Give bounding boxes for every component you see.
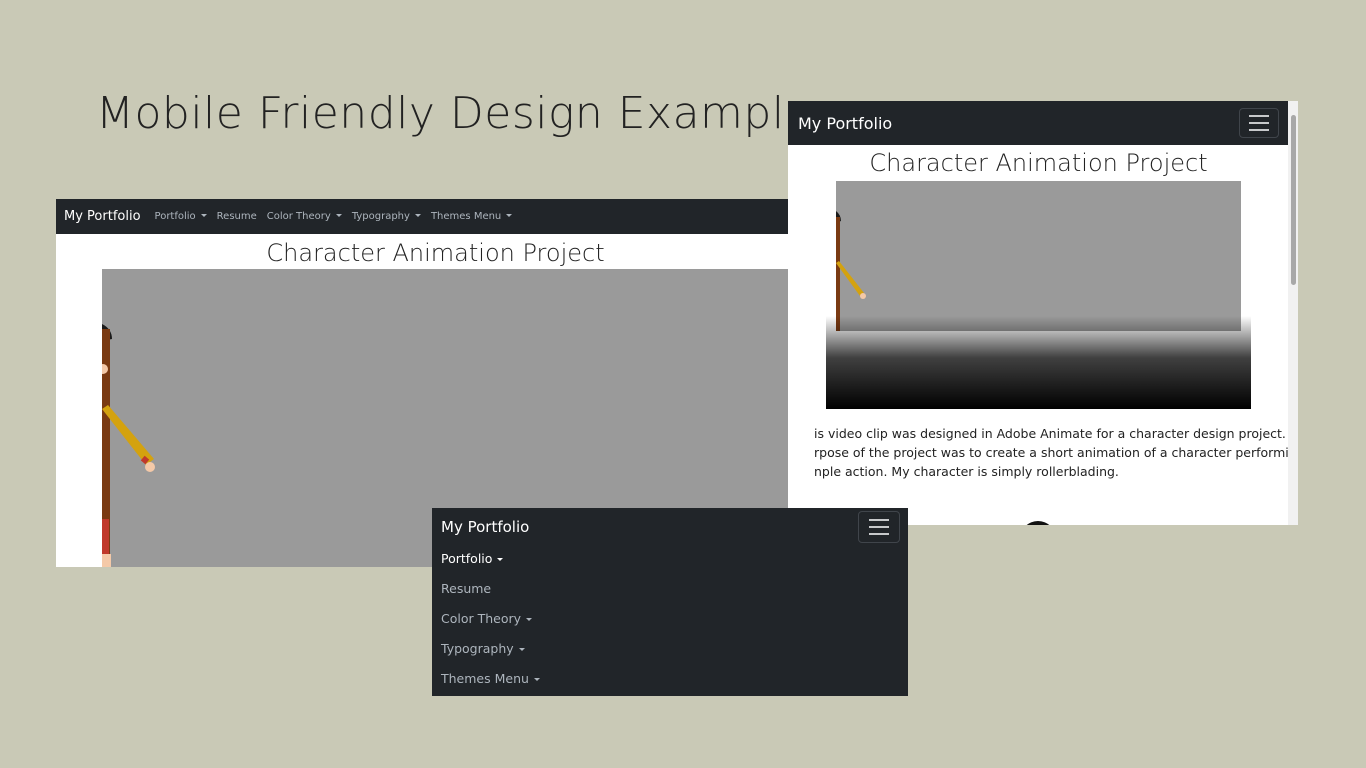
video-controls-overlay (826, 316, 1251, 409)
video-player[interactable]: ▶ 0:01 / 0:01 (826, 181, 1251, 473)
caret-down-icon (518, 648, 525, 651)
hamburger-menu-icon[interactable] (858, 511, 900, 543)
scrollbar[interactable] (1288, 101, 1298, 525)
navbar-brand[interactable]: My Portfolio (441, 518, 529, 536)
menu-item-resume[interactable]: Resume (441, 576, 908, 606)
character-illustration (102, 324, 155, 567)
character-illustration (836, 211, 866, 331)
navbar-brand[interactable]: My Portfolio (64, 209, 141, 224)
page-heading: Character Animation Project (266, 239, 605, 267)
nav-item-portfolio[interactable]: Portfolio (155, 211, 207, 222)
mobile-navbar: My Portfolio (788, 101, 1289, 145)
caret-down-icon (497, 558, 504, 561)
menu-navbar: My Portfolio (432, 508, 908, 546)
description-line: is video clip was designed in Adobe Anim… (814, 426, 1298, 441)
caret-down-icon (335, 214, 342, 217)
menu-item-typography[interactable]: Typography (441, 636, 908, 666)
page-heading: Character Animation Project (869, 149, 1208, 177)
caret-down-icon (533, 678, 540, 681)
video-frame (836, 181, 1241, 331)
project-description: is video clip was designed in Adobe Anim… (814, 424, 1298, 481)
navbar-brand[interactable]: My Portfolio (798, 114, 892, 133)
caret-down-icon (506, 214, 513, 217)
caret-down-icon (414, 214, 421, 217)
nav-item-resume[interactable]: Resume (217, 211, 257, 222)
nav-item-themes-menu[interactable]: Themes Menu (431, 211, 513, 222)
slide-title: Mobile Friendly Design Example (96, 88, 813, 139)
nav-item-typography[interactable]: Typography (352, 211, 421, 222)
scrollbar-thumb[interactable] (1291, 115, 1296, 285)
caret-down-icon (526, 618, 533, 621)
desktop-navbar: My Portfolio Portfolio Resume Color Theo… (56, 199, 815, 234)
expanded-menu-screenshot: My Portfolio Portfolio Resume Color Theo… (432, 508, 908, 696)
caret-down-icon (200, 214, 207, 217)
menu-item-themes-menu[interactable]: Themes Menu (441, 666, 908, 696)
avatar (1020, 521, 1056, 525)
hamburger-menu-icon[interactable] (1239, 108, 1279, 138)
description-line: nple action. My character is simply roll… (814, 464, 1119, 479)
description-line: rpose of the project was to create a sho… (814, 445, 1298, 460)
menu-item-portfolio[interactable]: Portfolio (441, 546, 908, 576)
menu-item-color-theory[interactable]: Color Theory (441, 606, 908, 636)
mobile-screenshot: My Portfolio Character Animation Project… (788, 101, 1298, 525)
nav-item-color-theory[interactable]: Color Theory (267, 211, 342, 222)
nav-menu-list: Portfolio Resume Color Theory Typography… (432, 546, 908, 696)
